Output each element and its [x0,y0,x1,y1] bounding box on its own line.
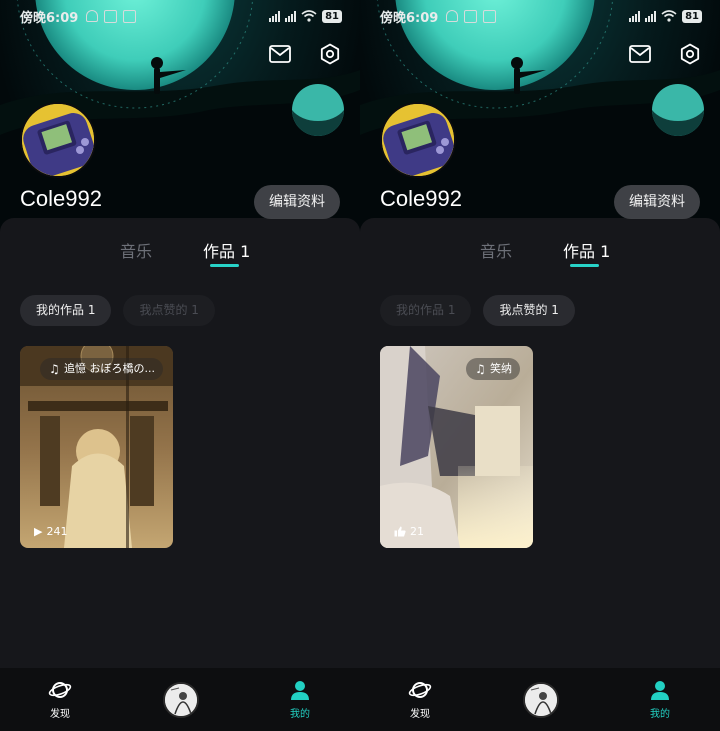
settings-icon [680,43,700,65]
avatar[interactable] [20,102,96,178]
chip-my-works[interactable]: 我的作品 1 [20,295,112,326]
now-playing-disc-button[interactable] [163,682,199,718]
edit-profile-button[interactable]: 编辑资料 [614,185,700,219]
active-tab-indicator [570,264,599,267]
status-bar: 傍晚6:09 81 [360,0,720,32]
chip-my-works[interactable]: 我的作品 1 [380,295,472,326]
now-playing-disc-button[interactable] [523,682,559,718]
tab-music[interactable]: 音乐 [120,238,152,262]
person-icon [651,681,669,700]
music-tag: ♫ 追憶 おぼろ橋の... [40,358,163,380]
nav-mine[interactable]: 我的 [630,668,690,731]
profile-tabs: 音乐 作品 1 [360,238,720,278]
nav-mine-label: 我的 [290,709,310,720]
nav-mine[interactable]: 我的 [270,668,330,731]
wifi-icon [301,10,317,22]
alarm-icon [86,9,99,22]
mail-button[interactable] [268,42,292,66]
mail-icon [269,45,291,63]
music-tag: ♫ 笑纳 [466,358,520,380]
settings-button[interactable] [678,42,702,66]
mail-button[interactable] [628,42,652,66]
music-note-icon: ♫ [475,362,486,376]
app-notification-icon [464,9,478,23]
nav-discover-label: 发现 [410,709,430,720]
play-icon: ▶ [34,525,43,538]
status-time: 傍晚6:09 [20,10,79,26]
like-count: 21 [394,525,424,538]
tab-works[interactable]: 作品 1 [203,238,250,262]
planet-icon [408,682,432,698]
mail-icon [629,45,651,63]
works-filter-chips: 我的作品 1 我点赞的 1 [380,295,575,326]
signal-icon [285,10,297,22]
tab-works[interactable]: 作品 1 [563,238,610,262]
music-title: 笑纳 [490,362,512,375]
thumb-up-icon [394,526,406,537]
like-count-value: 21 [410,525,424,538]
works-filter-chips: 我的作品 1 我点赞的 1 [20,295,215,326]
nav-discover[interactable]: 发现 [30,668,90,731]
app-notification-icon [104,9,118,23]
status-bar: 傍晚6:09 81 [0,0,360,32]
chip-liked[interactable]: 我点赞的 1 [123,295,215,326]
signal-icon [629,10,641,22]
username: Cole992 [380,186,462,211]
avatar[interactable] [380,102,456,178]
settings-button[interactable] [318,42,342,66]
nav-discover[interactable]: 发现 [390,668,450,731]
username: Cole992 [20,186,102,211]
nav-mine-label: 我的 [650,709,670,720]
profile-tabs: 音乐 作品 1 [0,238,360,278]
alarm-icon [446,9,459,22]
planet-icon [48,682,72,698]
battery-indicator: 81 [682,9,702,23]
person-icon [291,681,309,700]
status-time: 傍晚6:09 [380,10,439,26]
chip-liked[interactable]: 我点赞的 1 [483,295,575,326]
edit-profile-button[interactable]: 编辑资料 [254,185,340,219]
battery-indicator: 81 [322,9,342,23]
play-count: ▶ 241 [34,525,67,538]
wifi-icon [661,10,677,22]
tab-music[interactable]: 音乐 [480,238,512,262]
work-card[interactable]: ♫ 追憶 おぼろ橋の... ▶ 241 [20,346,173,548]
music-note-icon: ♫ [49,362,60,376]
screen-my-works: 傍晚6:09 81 Cole992 编辑资料 音乐 作品 1 我的作品 1 我点… [0,0,360,731]
play-count-value: 241 [46,525,68,538]
active-tab-indicator [210,264,239,267]
screen-liked-works: 傍晚6:09 81 Cole992 编辑资料 音乐 作品 1 我的作品 1 我点… [360,0,720,731]
liked-work-card[interactable]: ♫ 笑纳 21 [380,346,533,548]
settings-icon [320,43,340,65]
music-title: 追憶 おぼろ橋の... [64,362,155,375]
signal-icon [269,10,281,22]
app-notification-icon [483,9,497,23]
app-notification-icon [123,9,137,23]
signal-icon [645,10,657,22]
nav-discover-label: 发现 [50,709,70,720]
